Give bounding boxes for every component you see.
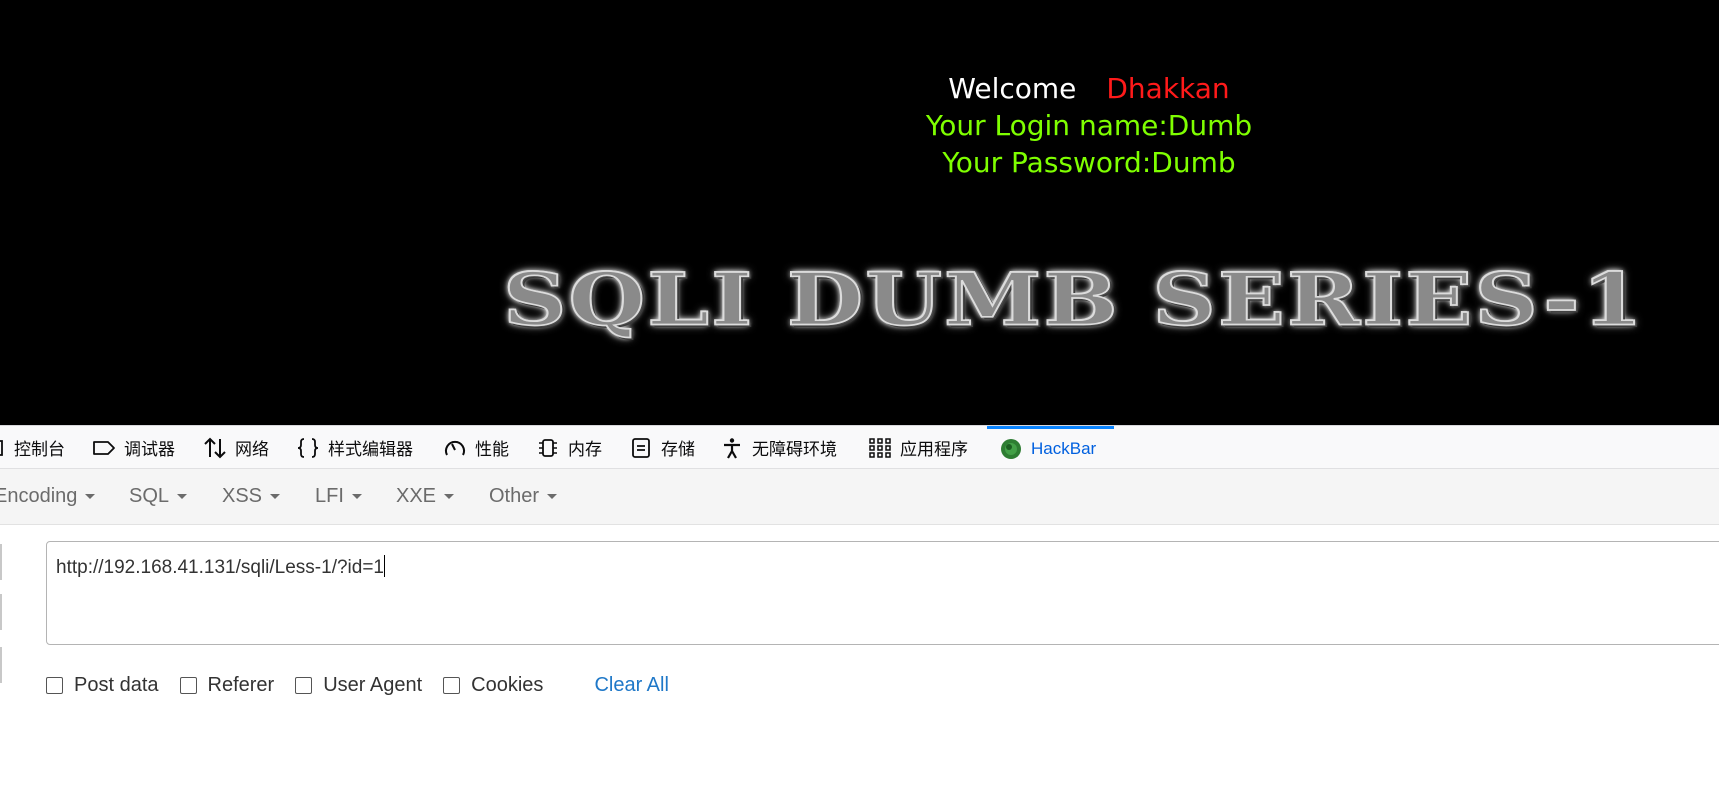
url-value: http://192.168.41.131/sqli/Less-1/?id=1 [56,557,384,578]
accessibility-icon [724,437,740,459]
welcome-label: Welcome [948,72,1077,105]
menu-label: Encoding [0,485,78,507]
referer-option[interactable]: Referer [179,673,275,697]
option-label: Referer [207,673,275,696]
network-arrows-icon [204,437,226,458]
tab-label: 性能 [475,440,509,459]
storage-icon [632,437,650,458]
side-button-edge[interactable] [0,544,2,580]
tab-performance[interactable]: 性能 [443,426,509,469]
tab-application[interactable]: 应用程序 [868,426,968,469]
menu-label: Other [489,485,540,507]
user-agent-option[interactable]: User Agent [295,674,422,697]
menu-sql[interactable]: SQL [129,469,188,524]
chevron-down-icon [444,494,455,500]
tab-label: 网络 [235,440,269,459]
user-agent-checkbox[interactable] [295,676,313,694]
menu-xxe[interactable]: XXE [396,469,455,524]
side-button-edge[interactable] [0,647,2,683]
option-label: User Agent [323,673,423,696]
text-cursor [384,555,385,577]
tab-style-editor[interactable]: 样式编辑器 [296,426,413,469]
menu-other[interactable]: Other [489,469,558,524]
page-content: Welcome Dhakkan Your Login name:Dumb Your… [0,0,1719,425]
url-input[interactable]: http://192.168.41.131/sqli/Less-1/?id=1 [46,541,1719,645]
chevron-down-icon [270,494,281,500]
tab-label: 存储 [661,440,695,459]
cookies-checkbox[interactable] [443,676,461,694]
post-data-option[interactable]: Post data [46,674,159,697]
tab-memory[interactable]: 内存 [536,426,602,469]
option-label: Cookies [471,673,544,696]
cookies-option[interactable]: Cookies [443,674,543,697]
chevron-down-icon [547,494,558,500]
login-info: Welcome Dhakkan Your Login name:Dumb Your… [870,70,1308,181]
braces-icon [297,437,319,458]
menu-lfi[interactable]: LFI [315,469,362,524]
hackbar-menubar: Encoding SQL XSS LFI XXE Other [0,469,1719,525]
gauge-icon [445,440,465,455]
hackbar-icon [1001,439,1021,459]
tab-debugger[interactable]: 调试器 [92,426,175,469]
app-grid-icon [869,437,891,458]
tab-accessibility[interactable]: 无障碍环境 [720,426,837,469]
side-button-edge[interactable] [0,594,2,630]
series-banner: SQLI DUMB SERIES-1 [502,256,1645,342]
debugger-icon [93,440,115,455]
tab-network[interactable]: 网络 [203,426,269,469]
referer-checkbox[interactable] [179,676,197,694]
tab-label: 应用程序 [900,440,968,459]
clear-all-link[interactable]: Clear All [594,674,668,697]
tab-label: 内存 [568,440,602,459]
tab-label: 无障碍环境 [752,440,837,459]
option-label: Post data [74,673,159,696]
menu-label: XXE [396,485,437,507]
tab-hackbar[interactable]: HackBar [987,426,1114,469]
tab-label: 样式编辑器 [328,440,413,459]
chevron-down-icon [85,494,96,500]
request-options: Post data Referer User Agent Cookies Cle… [46,670,669,700]
tab-label: 调试器 [124,440,175,459]
tab-console[interactable]: 控制台 [0,426,65,469]
user-name: Dhakkan [1106,72,1230,105]
post-data-checkbox[interactable] [46,676,63,694]
tab-label: HackBar [1031,439,1097,458]
chevron-down-icon [351,494,362,500]
menu-encoding[interactable]: Encoding [0,469,96,524]
memory-chip-icon [539,438,557,457]
menu-label: SQL [129,485,170,507]
console-icon [0,439,3,456]
menu-label: XSS [222,485,263,507]
login-name-line: Your Login name:Dumb [925,109,1253,142]
tab-storage[interactable]: 存储 [629,426,695,469]
devtools-tabbar: 控制台 调试器 网络 样式编辑器 性能 内存 存储 无障碍环境 应用程序 Hac… [0,425,1719,469]
password-line: Your Password:Dumb [942,146,1236,179]
tab-label: 控制台 [14,440,65,459]
menu-xss[interactable]: XSS [222,469,281,524]
menu-label: LFI [315,485,344,507]
chevron-down-icon [177,494,188,500]
